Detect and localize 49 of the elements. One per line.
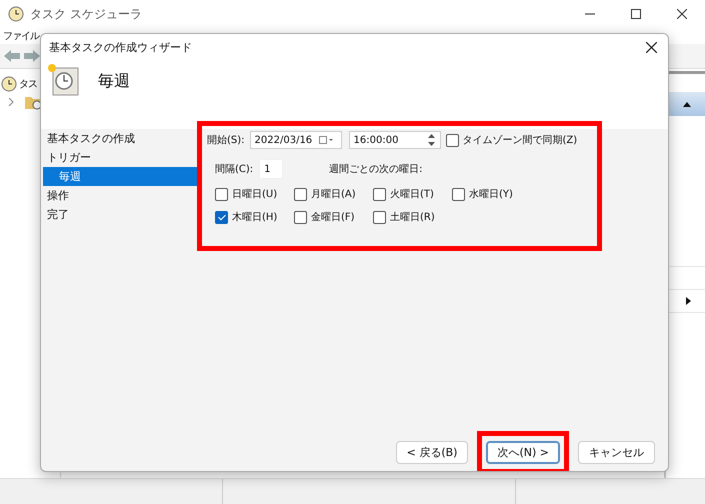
checkbox-label: 金曜日(F) — [311, 211, 355, 224]
checkbox[interactable] — [446, 134, 459, 146]
checkbox[interactable] — [294, 210, 307, 224]
interval-field[interactable]: 1 — [259, 159, 284, 179]
start-label: 開始(S): — [207, 134, 245, 147]
folder-clock-icon[interactable] — [24, 94, 42, 110]
wizard-button[interactable]: < 戻る(B) — [396, 441, 468, 464]
weekdays-label: 週間ごとの次の曜日: — [329, 163, 423, 176]
expand-triangle-icon — [686, 297, 691, 305]
time-field[interactable]: 16:00:00 — [348, 131, 441, 149]
checkbox-label: 土曜日(R) — [390, 210, 435, 224]
forward-arrow-icon[interactable] — [24, 50, 40, 62]
close-icon[interactable] — [677, 9, 687, 19]
wizard-button[interactable]: キャンセル — [578, 441, 655, 464]
close-icon[interactable] — [646, 42, 657, 53]
checkbox-label: 日曜日(U) — [232, 188, 278, 201]
clock-icon — [8, 6, 24, 22]
checkbox[interactable] — [215, 188, 228, 200]
checkbox[interactable] — [373, 188, 386, 200]
wizard-step[interactable]: トリガー — [41, 148, 197, 167]
page-heading: 毎週 — [98, 71, 130, 92]
actions-header[interactable] — [666, 92, 705, 116]
wizard-step[interactable]: 操作 — [41, 186, 197, 205]
wizard-step[interactable]: 毎週 — [43, 167, 197, 186]
wizard-step[interactable]: 基本タスクの作成 — [41, 129, 197, 148]
checkbox[interactable] — [373, 210, 386, 224]
checkbox[interactable] — [452, 188, 465, 200]
maximize-icon[interactable] — [631, 9, 641, 19]
checkbox-label: 木曜日(H) — [232, 210, 278, 224]
spinner-icon[interactable] — [426, 133, 436, 147]
menu-item[interactable]: ファイル — [3, 29, 39, 43]
clock-icon — [1, 76, 17, 92]
interval-label: 間隔(C): — [215, 163, 254, 176]
date-field[interactable]: 2022/03/16 — [250, 131, 342, 149]
checkbox-label: 月曜日(A) — [311, 188, 356, 201]
checkbox-label: タイムゾーン間で同期(Z) — [462, 134, 578, 147]
tree-item[interactable]: タス — [19, 77, 37, 91]
checkbox-label: 水曜日(Y) — [469, 188, 513, 201]
wizard-step[interactable]: 完了 — [41, 205, 197, 224]
collapse-triangle-icon — [683, 102, 691, 106]
window-title: タスク スケジューラ — [30, 6, 142, 22]
minimize-icon[interactable] — [585, 13, 595, 15]
calendar-dropdown-icon[interactable] — [318, 136, 333, 144]
dialog-title: 基本タスクの作成ウィザード — [49, 40, 192, 55]
checkbox-label: 火曜日(T) — [390, 188, 434, 201]
checkbox[interactable] — [215, 210, 228, 224]
checkbox[interactable] — [294, 188, 307, 200]
wizard-button[interactable]: 次へ(N) > — [486, 441, 560, 464]
chevron-right-icon[interactable] — [8, 98, 14, 106]
